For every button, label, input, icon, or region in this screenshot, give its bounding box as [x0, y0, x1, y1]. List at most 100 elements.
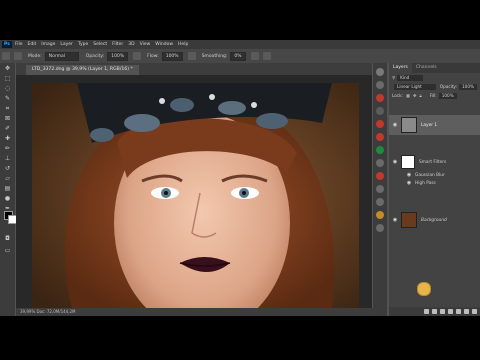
blend-mode-select[interactable]: Linear Light — [394, 83, 436, 90]
menu-3d[interactable]: 3D — [128, 42, 134, 47]
color-icon[interactable] — [376, 94, 384, 102]
crop-icon[interactable]: ⌗ — [3, 105, 12, 113]
quick-mask-icon[interactable]: ◘ — [3, 235, 12, 243]
cursor-highlight — [417, 282, 431, 296]
panel-icon-strip — [373, 63, 387, 316]
app-logo: Ps — [2, 41, 12, 48]
document-tab-bar: LTD_3372.dng @ 39,9% (Layer 1, RGB/16) * — [16, 63, 372, 75]
brush-settings-icon[interactable] — [376, 159, 384, 167]
paths-icon[interactable] — [376, 172, 384, 180]
document-tab[interactable]: LTD_3372.dng @ 39,9% (Layer 1, RGB/16) * — [26, 65, 139, 75]
menu-file[interactable]: File — [15, 42, 23, 47]
layer-row-background[interactable]: ◉ Background — [389, 211, 480, 229]
quick-select-icon[interactable]: ✎ — [3, 95, 12, 103]
opacity-field[interactable]: 100% — [107, 51, 129, 61]
options-bar: Mode: Normal Opacity: 100% Flow: 100% Sm… — [0, 49, 480, 63]
opacity-label: Opacity: — [85, 53, 105, 59]
lock-position-icon[interactable]: ✥ — [413, 93, 417, 98]
filter-row-high-pass[interactable]: ◉ High Pass — [389, 179, 480, 187]
marquee-icon[interactable]: ⬚ — [3, 75, 12, 83]
new-layer-icon[interactable] — [464, 309, 469, 314]
menu-window[interactable]: Window — [155, 42, 173, 47]
kind-filter[interactable]: Kind — [397, 74, 424, 81]
lock-all-icon[interactable]: 🔒︎ — [419, 93, 421, 98]
glyphs-icon[interactable] — [376, 211, 384, 219]
layer-thumbnail — [401, 212, 417, 228]
visibility-eye-icon[interactable]: ◉ — [406, 180, 412, 186]
link-layers-icon[interactable] — [424, 309, 429, 314]
image-canvas[interactable] — [32, 83, 359, 308]
mode-select[interactable]: Normal — [44, 51, 79, 61]
frame-icon[interactable]: ⊠ — [3, 115, 12, 123]
layers-panel: Layers Channels ⚲ Kind Linear Light Opac… — [389, 63, 480, 316]
layer-thumbnail — [401, 117, 417, 133]
visibility-eye-icon[interactable]: ◉ — [392, 122, 398, 128]
panel-tabs: Layers Channels — [389, 63, 480, 73]
layer-style-icon[interactable] — [432, 309, 437, 314]
smoothing-field[interactable]: 0% — [230, 51, 246, 61]
properties-icon[interactable] — [376, 133, 384, 141]
tab-layers[interactable]: Layers — [389, 63, 412, 73]
move-icon[interactable]: ✥ — [3, 65, 12, 73]
character-icon[interactable] — [376, 198, 384, 206]
flow-field[interactable]: 100% — [161, 51, 183, 61]
visibility-eye-icon[interactable]: ◉ — [392, 217, 398, 223]
add-mask-icon[interactable] — [440, 309, 445, 314]
libraries-icon[interactable] — [376, 120, 384, 128]
history-icon[interactable] — [376, 68, 384, 76]
menu-type[interactable]: Type — [78, 42, 88, 47]
menu-layer[interactable]: Layer — [60, 42, 73, 47]
menu-help[interactable]: Help — [178, 42, 188, 47]
lasso-icon[interactable]: ◌ — [3, 85, 12, 93]
layer-row-layer-1[interactable]: ◉ Layer 1 — [389, 115, 480, 135]
styles-icon[interactable] — [376, 146, 384, 154]
fill-label: Fill: — [429, 93, 437, 98]
menu-select[interactable]: Select — [93, 42, 107, 47]
filter-row-gaussian-blur[interactable]: ◉ Gaussian Blur — [389, 171, 480, 179]
new-group-icon[interactable] — [456, 309, 461, 314]
menu-filter[interactable]: Filter — [112, 42, 123, 47]
actions-icon[interactable] — [376, 185, 384, 193]
menu-edit[interactable]: Edit — [28, 42, 37, 47]
dodge-icon[interactable]: ● — [3, 195, 12, 203]
visibility-eye-icon[interactable]: ◉ — [406, 172, 412, 178]
airbrush-icon[interactable] — [187, 52, 196, 60]
fill-field[interactable]: 100% — [438, 92, 457, 99]
menu-bar: Ps File Edit Image Layer Type Select Fil… — [0, 40, 480, 49]
layer-opacity-field[interactable]: 100% — [459, 83, 477, 90]
menu-image[interactable]: Image — [41, 42, 55, 47]
adjustment-layer-icon[interactable] — [448, 309, 453, 314]
swatches-icon[interactable] — [376, 81, 384, 89]
mode-label: Mode: — [28, 53, 42, 59]
smoothing-options-icon[interactable] — [250, 52, 259, 60]
adjustments-icon[interactable] — [376, 107, 384, 115]
lock-pixels-icon[interactable]: ▦ — [406, 93, 410, 98]
history-brush-icon[interactable]: ↺ — [3, 165, 12, 173]
screen-mode-icon[interactable]: ▭ — [3, 247, 12, 255]
brush-settings-icon[interactable] — [14, 52, 22, 60]
gradient-icon[interactable]: ▤ — [3, 185, 12, 193]
visibility-eye-icon[interactable]: ◉ — [392, 159, 398, 165]
tab-channels[interactable]: Channels — [412, 63, 441, 73]
eyedropper-icon[interactable]: ✐ — [3, 125, 12, 133]
lock-label: Lock: — [392, 93, 403, 98]
photoshop-window: Ps File Edit Image Layer Type Select Fil… — [0, 40, 480, 316]
angle-icon[interactable] — [262, 52, 271, 60]
healing-icon[interactable]: ✚ — [3, 135, 12, 143]
filter-name: High Pass — [415, 180, 436, 186]
layer-name: Smart Filters — [419, 159, 447, 165]
brush-preset-icon[interactable] — [2, 52, 10, 60]
paragraph-icon[interactable] — [376, 224, 384, 232]
pressure-opacity-icon[interactable] — [133, 52, 142, 60]
layer-opacity-label: Opacity: — [439, 84, 458, 89]
layer-row-smart-filters[interactable]: ◉ Smart Filters — [389, 155, 480, 169]
lock-row: Lock: ▦ ✥ 🔒︎ Fill: 100% — [389, 91, 480, 100]
menu-view[interactable]: View — [140, 42, 151, 47]
filter-name: Gaussian Blur — [415, 172, 445, 178]
stamp-icon[interactable]: ⊥ — [3, 155, 12, 163]
brush-icon[interactable]: ✏ — [3, 145, 12, 153]
delete-layer-icon[interactable] — [472, 309, 477, 314]
status-bar: 39,99% Doc: 72,0M/144,2M — [16, 308, 376, 316]
eraser-icon[interactable]: ▱ — [3, 175, 12, 183]
flow-label: Flow: — [147, 53, 159, 59]
